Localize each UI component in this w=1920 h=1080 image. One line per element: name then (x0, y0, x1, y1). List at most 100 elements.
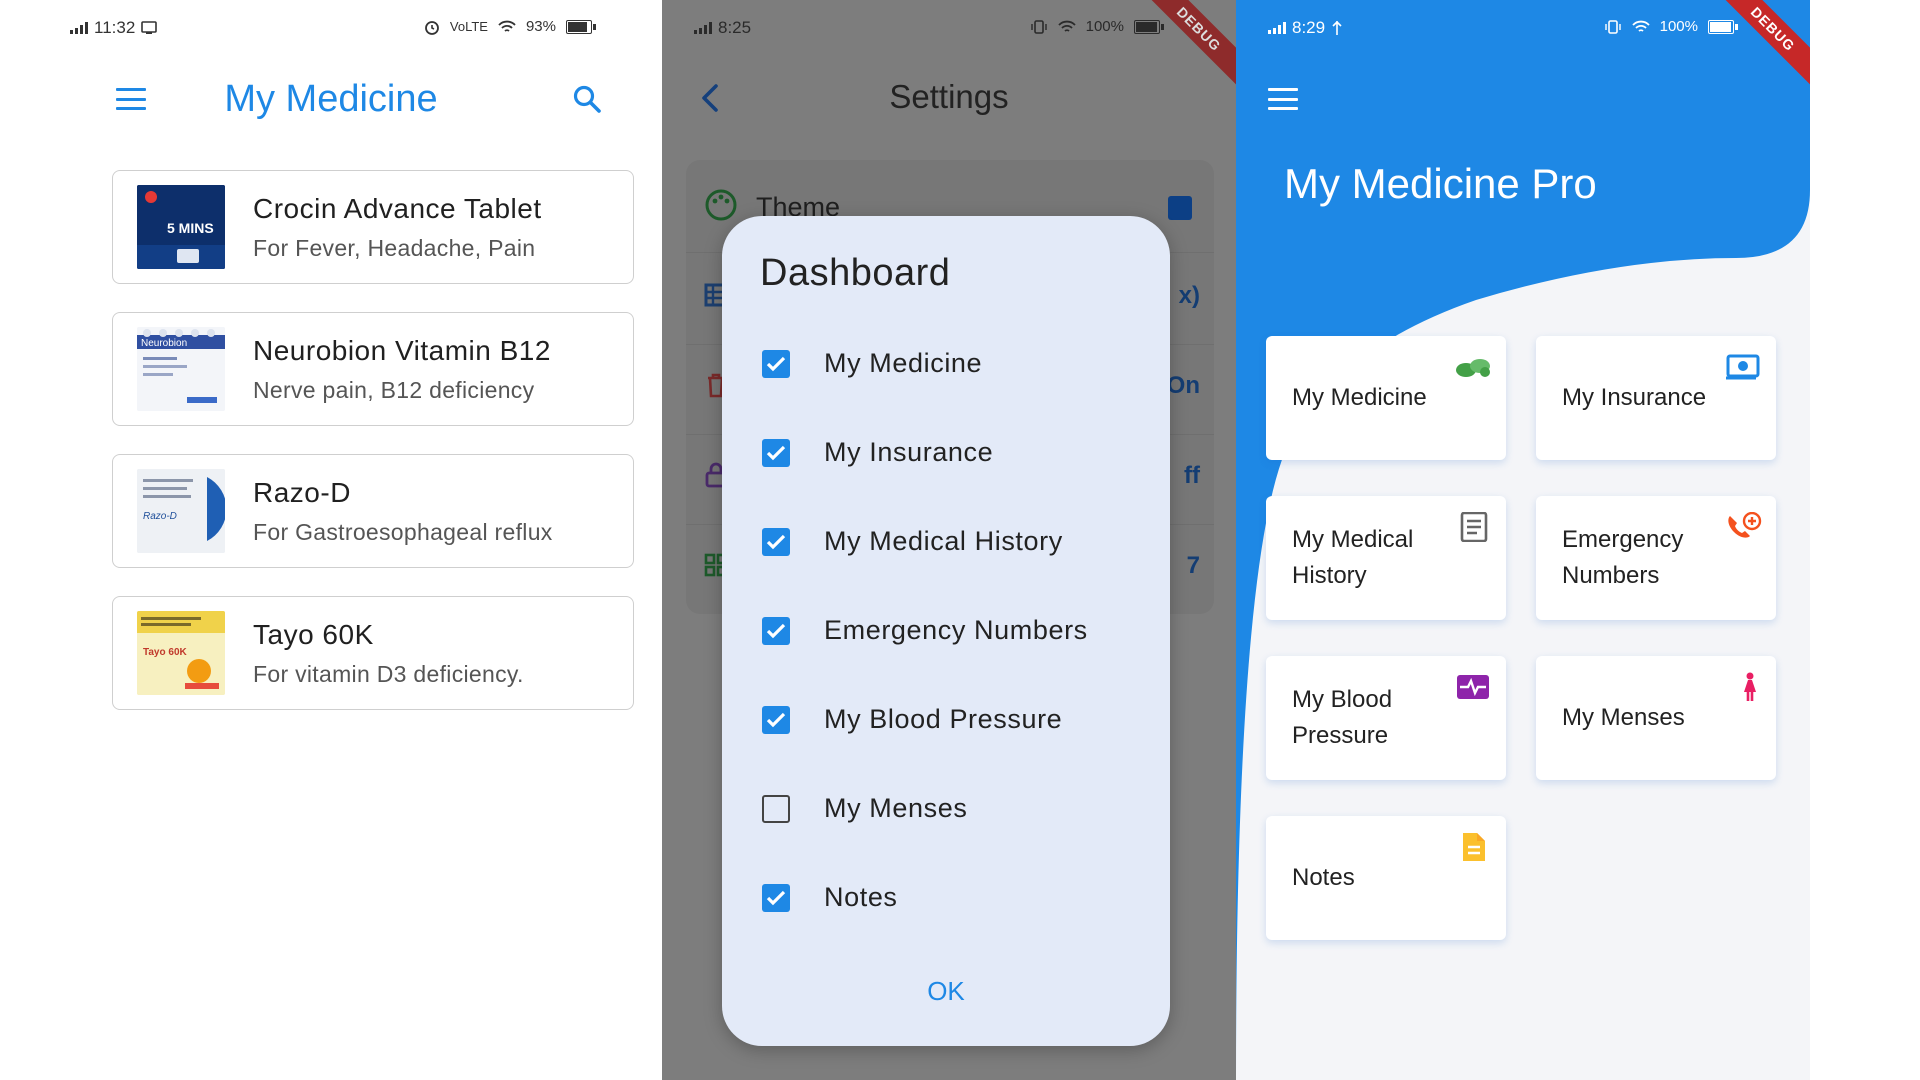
medicine-card[interactable]: 5 MINS Crocin Advance Tablet For Fever, … (112, 170, 634, 284)
signal-icon (70, 22, 88, 34)
status-bar: 11:32 VoLTE 93% (0, 18, 662, 42)
status-time: 8:29 (1292, 18, 1326, 37)
signal-icon (1268, 22, 1286, 34)
checkbox-checked[interactable] (762, 617, 790, 645)
svg-text:Tayo 60K: Tayo 60K (143, 647, 187, 658)
check-icon (766, 534, 786, 550)
crocin-pack-image: 5 MINS (137, 185, 225, 269)
medicine-card[interactable]: Neurobion Neurobion Vitamin B12 Nerve pa… (112, 312, 634, 426)
setting-value[interactable]: On (1167, 372, 1200, 400)
menu-icon[interactable] (1268, 88, 1298, 110)
tile-emergency-numbers[interactable]: Emergency Numbers (1536, 496, 1776, 620)
tile-my-medicine[interactable]: My Medicine (1266, 336, 1506, 460)
battery-percent: 93% (525, 18, 556, 35)
tile-my-insurance[interactable]: My Insurance (1536, 336, 1776, 460)
svg-text:5 MINS: 5 MINS (167, 220, 214, 236)
dashboard-dialog: Dashboard My Medicine My Insurance My Me… (722, 216, 1170, 1046)
setting-value[interactable]: ff (1184, 462, 1200, 490)
tile-label: Emergency Numbers (1562, 526, 1684, 589)
checkbox-label: My Medicine (824, 348, 983, 378)
signal-icon (694, 22, 712, 34)
tayo-pack-image: Tayo 60K (137, 611, 225, 695)
app-title: My Medicine Pro (1284, 160, 1597, 207)
page-title: Settings (889, 78, 1009, 115)
settings-screen: 8:25 100% DEBUG Settings Theme x) On ff … (662, 0, 1236, 1080)
volte-indicator: VoLTE (449, 19, 488, 34)
tile-label: My Medical History (1292, 526, 1414, 589)
checkbox-label: Emergency Numbers (824, 615, 1088, 645)
checkbox-label: My Insurance (824, 437, 994, 467)
ok-button[interactable]: OK (722, 976, 1170, 1007)
emergency-phone-icon (1728, 512, 1762, 538)
search-icon[interactable] (572, 84, 602, 114)
tile-label: Notes (1292, 864, 1355, 891)
tile-notes[interactable]: Notes (1266, 816, 1506, 940)
razo-pack-image: Razo-D (137, 469, 225, 553)
usb-icon (1332, 20, 1342, 35)
medicine-image: Razo-D (137, 469, 225, 553)
wifi-icon (1631, 20, 1650, 32)
tile-label: My Insurance (1562, 384, 1707, 411)
document-icon (1460, 512, 1488, 542)
wifi-icon (1057, 20, 1076, 32)
woman-icon (1744, 672, 1756, 701)
page-title: My Medicine (224, 78, 438, 120)
status-time: 8:25 (718, 18, 752, 37)
check-icon (766, 623, 786, 639)
status-time: 11:32 (94, 18, 136, 37)
check-icon (766, 445, 786, 461)
neurobion-pack-image: Neurobion (137, 327, 225, 411)
battery-percent: 100% (1659, 18, 1698, 35)
dashboard-screen: 8:29 100% DEBUG My Medicine Pro My Medic… (1236, 0, 1810, 1080)
medicine-image: Tayo 60K (137, 611, 225, 695)
medicine-name: Tayo 60K (253, 619, 374, 650)
medicine-image: Neurobion (137, 327, 225, 411)
tile-my-blood-pressure[interactable]: My Blood Pressure (1266, 656, 1506, 780)
medicine-name: Razo-D (253, 477, 351, 508)
medicine-description: For Fever, Headache, Pain (253, 235, 536, 261)
checkbox-checked[interactable] (762, 884, 790, 912)
medicine-list-screen: 11:32 VoLTE 93% My Medicine 5 MINS Croci… (0, 0, 662, 1080)
checkbox-label: My Blood Pressure (824, 704, 1063, 734)
insurance-card-icon (1726, 354, 1760, 380)
checkbox-label: My Medical History (824, 526, 1063, 556)
app-bar: My Medicine (0, 70, 662, 130)
medicine-image: 5 MINS (137, 185, 225, 269)
alarm-icon (425, 20, 439, 35)
medicine-description: For Gastroesophageal reflux (253, 519, 553, 545)
pills-icon (1456, 359, 1490, 377)
svg-text:Razo-D: Razo-D (143, 511, 177, 522)
cast-icon (141, 21, 158, 34)
checkbox-unchecked[interactable] (762, 795, 790, 823)
checkbox-checked[interactable] (762, 528, 790, 556)
medicine-card[interactable]: Razo-D Razo-D For Gastroesophageal reflu… (112, 454, 634, 568)
tile-label: My Blood Pressure (1292, 686, 1393, 749)
theme-color-swatch[interactable] (1168, 196, 1192, 220)
battery-percent: 100% (1085, 18, 1124, 35)
debug-banner: DEBUG (1710, 0, 1810, 100)
check-icon (766, 890, 786, 906)
vibrate-icon (1030, 19, 1047, 34)
dialog-title: Dashboard (760, 252, 951, 294)
checkbox-checked[interactable] (762, 350, 790, 378)
debug-label: DEBUG (1710, 0, 1810, 92)
check-icon (766, 356, 786, 372)
medicine-card[interactable]: Tayo 60K Tayo 60K For vitamin D3 deficie… (112, 596, 634, 710)
checkbox-label: My Menses (824, 793, 968, 823)
medicine-description: For vitamin D3 deficiency. (253, 661, 524, 687)
pulse-icon (1457, 675, 1489, 699)
tile-label: My Menses (1562, 704, 1685, 731)
setting-value[interactable]: 7 (1187, 552, 1200, 580)
battery-icon (566, 19, 596, 34)
check-icon (766, 712, 786, 728)
palette-icon (705, 189, 737, 221)
wifi-icon (498, 20, 516, 32)
tile-my-medical-history[interactable]: My Medical History (1266, 496, 1506, 620)
checkbox-checked[interactable] (762, 706, 790, 734)
checkbox-checked[interactable] (762, 439, 790, 467)
medicine-description: Nerve pain, B12 deficiency (253, 377, 535, 403)
vibrate-icon (1604, 19, 1621, 34)
medicine-name: Crocin Advance Tablet (253, 193, 542, 224)
setting-value[interactable]: x) (1179, 282, 1200, 310)
tile-my-menses[interactable]: My Menses (1536, 656, 1776, 780)
